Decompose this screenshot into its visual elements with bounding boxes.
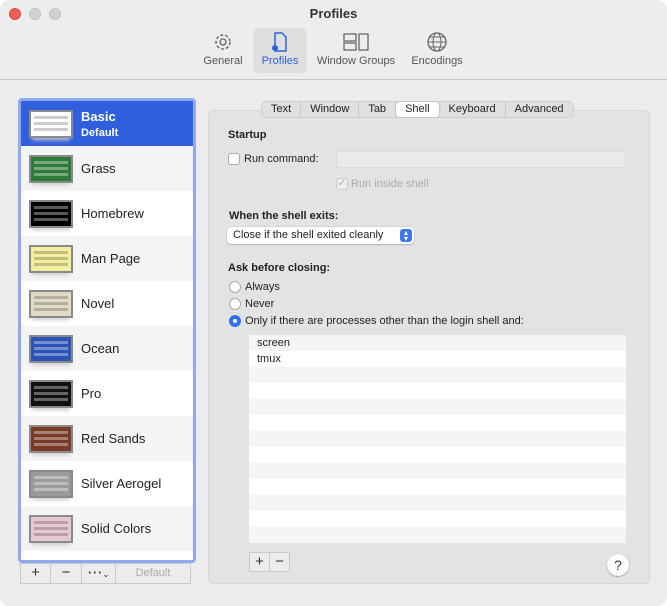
add-profile-button[interactable]: + [20, 563, 51, 584]
profile-list[interactable]: Basic Default Grass Homebrew Man Page Novel Oc… [18, 98, 196, 563]
run-inside-shell-label: Run inside shell [351, 178, 429, 190]
profile-name: Basic [81, 108, 116, 124]
profile-item-grass[interactable]: Grass [21, 146, 193, 191]
titlebar: Profiles General Profiles Window Groups … [0, 0, 667, 80]
profile-item-novel[interactable]: Novel [21, 281, 193, 326]
profile-name: Red Sands [81, 431, 146, 446]
profile-thumbnail [29, 334, 73, 363]
toolbar-label: Window Groups [316, 55, 396, 67]
remove-process-button[interactable]: − [269, 552, 290, 572]
tab-keyboard[interactable]: Keyboard [440, 102, 506, 117]
radio-only-if-processes[interactable] [229, 315, 241, 327]
updown-chevron-icon: ▴ ▾ [400, 229, 412, 243]
toolbar-label: Encodings [411, 55, 463, 67]
run-command-input[interactable] [336, 151, 626, 168]
profile-name: Silver Aerogel [81, 476, 162, 491]
window-groups-icon [343, 33, 369, 51]
tab-shell[interactable]: Shell [396, 102, 440, 117]
run-inside-shell-checkbox[interactable]: ✓ [336, 178, 348, 190]
profile-thumbnail [29, 109, 73, 138]
shell-exit-value: Close if the shell exited cleanly [233, 229, 384, 241]
profile-item-pro[interactable]: Pro [21, 371, 193, 416]
window-title: Profiles [309, 6, 358, 21]
profiles-window: Profiles General Profiles Window Groups … [0, 0, 667, 606]
gear-icon [215, 34, 231, 50]
profile-thumbnail [29, 424, 73, 453]
ask-before-closing-heading: Ask before closing: [228, 262, 331, 274]
profile-thumbnail [29, 289, 73, 318]
profile-item-basic[interactable]: Basic Default [21, 101, 193, 146]
profile-thumbnail [29, 244, 73, 273]
toolbar-general[interactable]: General [200, 28, 246, 73]
toolbar-encodings[interactable]: Encodings [406, 28, 468, 73]
toolbar-label: Profiles [261, 55, 299, 67]
add-process-button[interactable]: + [249, 552, 270, 572]
profile-thumbnail [29, 154, 73, 183]
ellipsis-icon: ⋯ [87, 564, 103, 581]
profile-name: Pro [81, 386, 102, 401]
profile-name: Ocean [81, 341, 120, 356]
profile-name: Solid Colors [81, 521, 152, 536]
radio-only-if-processes-label: Only if there are processes other than t… [245, 315, 524, 327]
profile-item-homebrew[interactable]: Homebrew [21, 191, 193, 236]
profile-item-ocean[interactable]: Ocean [21, 326, 193, 371]
profile-default-label: Default [81, 126, 119, 139]
profile-name: Grass [81, 161, 116, 176]
process-row[interactable]: tmux [249, 351, 626, 367]
radio-always-label: Always [245, 281, 280, 293]
remove-profile-button[interactable]: − [50, 563, 82, 584]
run-command-label: Run command: [244, 153, 319, 165]
process-list[interactable]: screen tmux [249, 335, 626, 543]
profile-name: Man Page [81, 251, 141, 266]
tab-window[interactable]: Window [301, 102, 360, 117]
profile-name: Homebrew [81, 206, 144, 221]
globe-icon [427, 32, 447, 52]
tab-advanced[interactable]: Advanced [506, 102, 573, 117]
more-actions-button[interactable]: ⋯⌄ [81, 563, 116, 584]
profile-thumbnail [29, 379, 73, 408]
run-command-checkbox[interactable] [228, 153, 240, 165]
tab-tab[interactable]: Tab [359, 102, 397, 117]
toolbar-label: General [203, 55, 243, 67]
help-button[interactable]: ? [607, 554, 629, 576]
profile-name: Novel [81, 296, 115, 311]
radio-never[interactable] [229, 298, 241, 310]
toolbar-profiles[interactable]: Profiles [253, 28, 307, 73]
profile-thumbnail [29, 514, 73, 543]
process-row[interactable]: screen [249, 335, 626, 351]
toolbar-window-groups[interactable]: Window Groups [312, 28, 400, 73]
set-default-button[interactable]: Default [115, 563, 191, 584]
radio-never-label: Never [245, 298, 275, 310]
profile-item-red-sands[interactable]: Red Sands [21, 416, 193, 461]
profile-item-silver-aerogel[interactable]: Silver Aerogel [21, 461, 193, 506]
shell-exits-heading: When the shell exits: [229, 210, 339, 222]
startup-heading: Startup [228, 129, 267, 141]
settings-tabs: Text Window Tab Shell Keyboard Advanced [261, 101, 574, 118]
shell-exit-select[interactable]: Close if the shell exited cleanly ▴ ▾ [227, 227, 414, 244]
profile-item-solid-colors[interactable]: Solid Colors [21, 506, 193, 551]
radio-always[interactable] [229, 281, 241, 293]
profile-doc-icon [272, 32, 287, 52]
tab-text[interactable]: Text [262, 102, 302, 117]
profile-thumbnail [29, 199, 73, 228]
profile-thumbnail [29, 469, 73, 498]
profile-item-man-page[interactable]: Man Page [21, 236, 193, 281]
